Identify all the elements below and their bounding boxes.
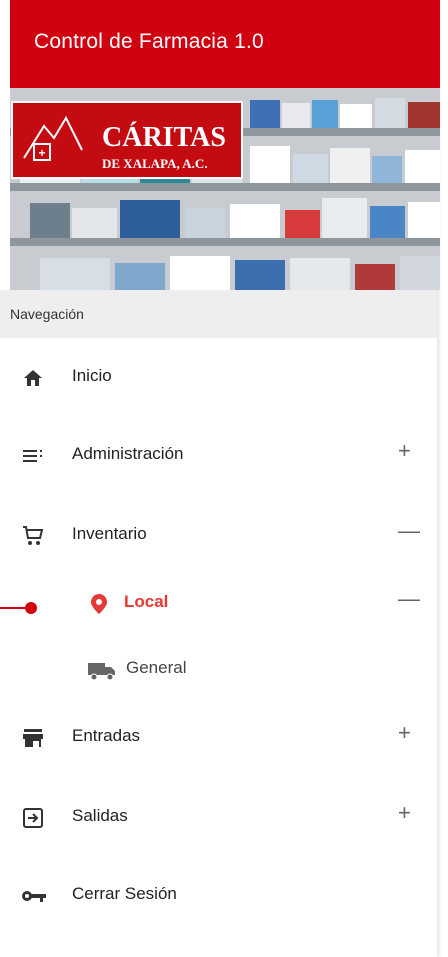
nav-item-administracion[interactable]: Administración + (0, 426, 437, 486)
nav-subitem-local[interactable]: Local — (0, 574, 437, 634)
nav-item-label: Salidas (72, 806, 128, 825)
app-title: Control de Farmacia 1.0 (34, 30, 264, 53)
nav-item-label: Entradas (72, 726, 141, 745)
store-icon (23, 729, 43, 747)
nav-subitem-general[interactable]: General (0, 640, 437, 700)
sidebar-drawer: Control de Farmacia 1.0 + CÁRITAS DE XAL… (0, 0, 440, 957)
nav-item-label: Cerrar Sesión (72, 884, 177, 903)
cart-icon (23, 526, 44, 545)
pharmacy-shelves-image: + CÁRITAS DE XALAPA, A.C. (10, 88, 440, 290)
nav-item-label: Inventario (72, 524, 147, 543)
nav-item-label: General (126, 658, 187, 677)
svg-text:DE XALAPA, A.C.: DE XALAPA, A.C. (102, 156, 208, 171)
expand-icon[interactable]: + (398, 720, 411, 746)
nav-item-label: Inicio (72, 366, 112, 385)
nav-section-header: Navegación (0, 290, 437, 338)
key-icon (22, 891, 46, 902)
nav-item-entradas[interactable]: Entradas + (0, 708, 437, 768)
banner-image: + CÁRITAS DE XALAPA, A.C. (10, 88, 440, 290)
nav-item-inventario[interactable]: Inventario — (0, 506, 437, 566)
nav-item-inicio[interactable]: Inicio (0, 348, 437, 408)
collapse-icon[interactable]: — (398, 586, 420, 612)
caritas-logo: + CÁRITAS DE XALAPA, A.C. (11, 101, 243, 179)
nav-item-salidas[interactable]: Salidas + (0, 788, 437, 848)
app-header: Control de Farmacia 1.0 (10, 0, 440, 88)
expand-icon[interactable]: + (398, 800, 411, 826)
exit-icon (23, 808, 43, 828)
svg-text:+: + (38, 146, 45, 160)
location-pin-icon (91, 594, 107, 614)
expand-icon[interactable]: + (398, 438, 411, 464)
home-icon (24, 370, 42, 386)
nav-item-label: Administración (72, 444, 184, 463)
nav-item-cerrar-sesion[interactable]: Cerrar Sesión (0, 866, 437, 926)
nav-item-label: Local (124, 592, 169, 611)
collapse-icon[interactable]: — (398, 518, 420, 544)
list-icon (23, 450, 42, 462)
truck-icon (88, 663, 115, 681)
nav-heading: Navegación (10, 306, 84, 322)
pointer-annotation (0, 602, 37, 614)
svg-text:CÁRITAS: CÁRITAS (102, 122, 226, 153)
